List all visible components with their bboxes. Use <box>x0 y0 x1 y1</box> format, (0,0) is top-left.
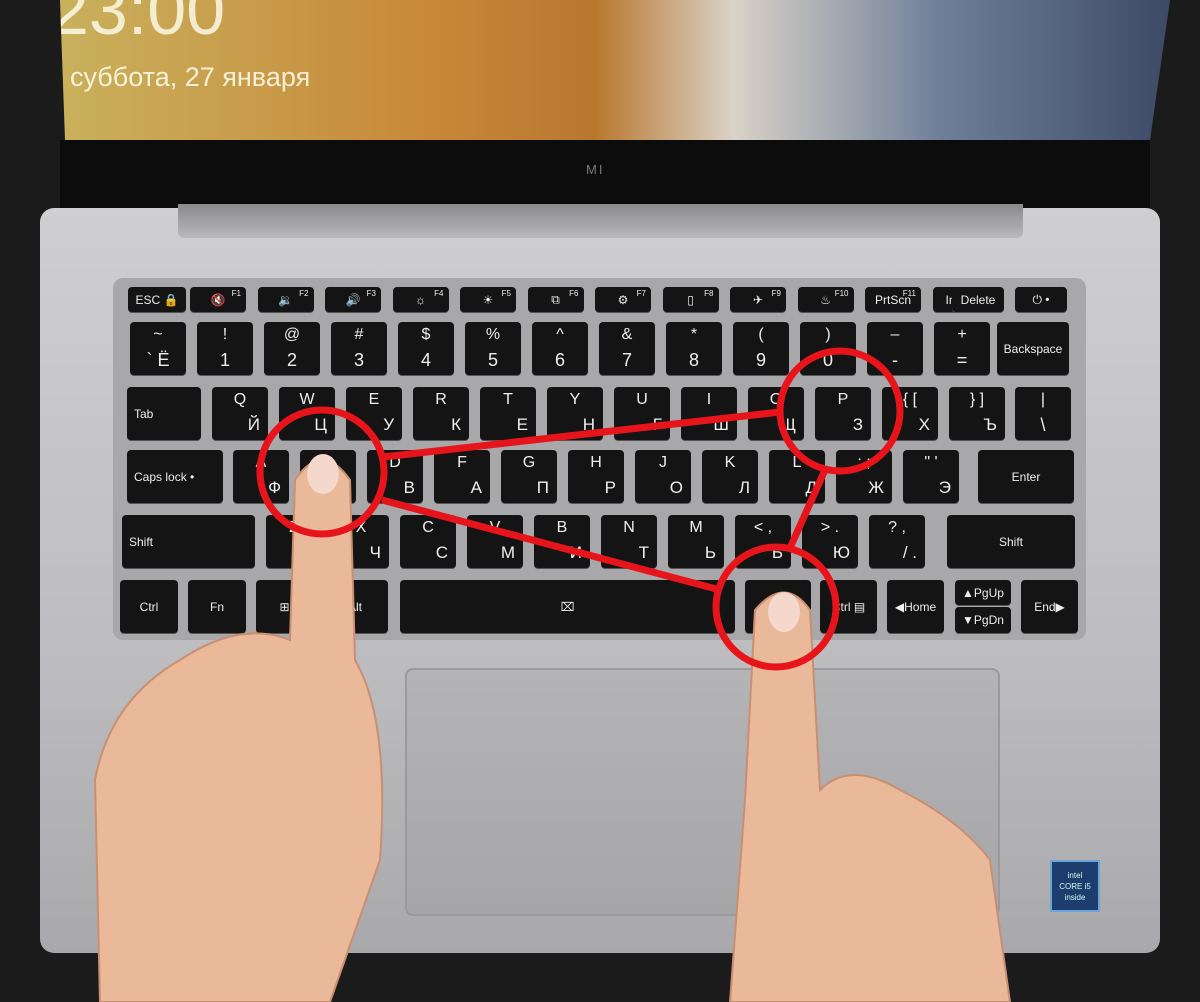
left-hand <box>93 459 384 1002</box>
right-hand <box>728 591 1012 1002</box>
highlight-circle-p <box>776 347 904 475</box>
overlay <box>93 347 1012 1002</box>
